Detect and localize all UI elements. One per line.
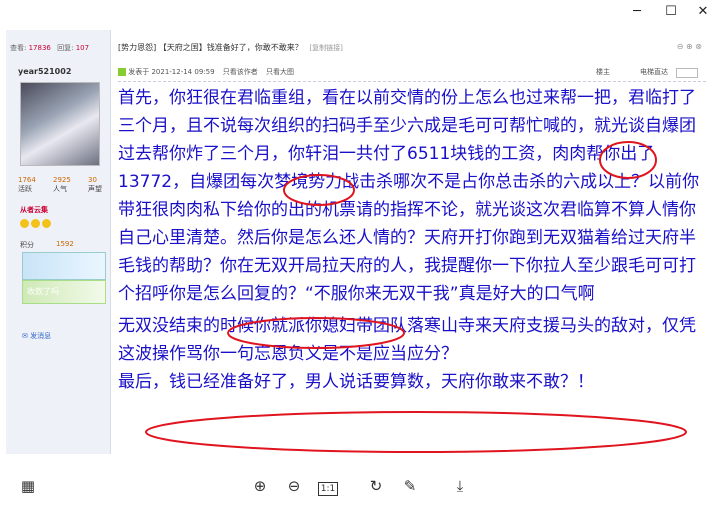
author-username[interactable]: year521002 [18,67,71,76]
author-sidebar: 查看: 17836 回复: 107 year521002 1764 活跃 2925… [6,30,111,454]
post-paragraph-3: 最后，钱已经准备好了，男人说话要算数，天府你敢来不敢？！ [118,372,594,392]
post-paragraph-1: 首先，你狂很在君临重组，看在以前交情的份上怎么也过来帮一把，君临打了三个月，且不… [118,88,700,304]
author-counts: 1764 活跃 2925 人气 30 声望 [18,176,102,194]
signature-banner [22,252,106,280]
thread-tool-icons[interactable]: ⊖ ⊕ ⊗ [677,42,702,51]
send-message-link[interactable]: ✉ 发消息 [22,331,51,341]
envelope-icon: ✉ [22,332,28,340]
stat-popularity: 2925 人气 [53,176,71,193]
big-image-link[interactable]: 只看大图 [266,68,294,76]
post-title: [势力恩怨] 【天府之国】钱准备好了，你敢不敢来？ [118,43,303,52]
post-title-bar: [势力恩怨] 【天府之国】钱准备好了，你敢不敢来？ [复制链接] ⊖ ⊕ ⊗ [118,42,706,53]
replies-count: 107 [75,44,90,52]
post-meta: 发表于 2021-12-14 09:59 只看该作者 只看大图 楼主 电梯直达 [118,67,706,82]
viewer-toolbar: ▦ ⊕ ⊖ 1:1 ↻ ✎ ⤓ [0,458,720,518]
post-date: 发表于 2021-12-14 09:59 [128,68,215,76]
annotation-circle-final-line [145,411,687,453]
medal-icon [42,219,51,228]
minimize-button[interactable]: ─ [622,2,652,22]
thread-stats: 查看: 17836 回复: 107 [10,43,89,53]
user-group: 从者云集 [20,206,48,214]
floor-jump-input[interactable] [676,68,698,78]
title-bar: ─ ☐ ✕ [0,0,720,26]
rotate-icon[interactable]: ↻ [362,473,390,499]
post-content: 首先，你狂很在君临重组，看在以前交情的份上怎么也过来帮一把，君临打了三个月，且不… [118,84,712,396]
avatar[interactable] [20,82,100,166]
signature-banner-2: 收款了吗 [22,280,106,304]
screenshot-image: 查看: 17836 回复: 107 year521002 1764 活跃 2925… [6,30,714,454]
author-only-link[interactable]: 只看该作者 [223,68,258,76]
views-count: 17836 [28,44,51,52]
save-icon[interactable]: ⤓ [446,473,474,499]
stat-reputation: 30 声望 [88,176,102,193]
replies-label: 回复: [57,44,74,52]
actual-size-button[interactable]: 1:1 [314,473,342,499]
zoom-in-icon[interactable]: ⊕ [246,473,274,499]
post-paragraph-2: 无双没结束的时候你就派你媳妇带团队落寒山寺来天府支援马头的敌对，仅凭这波操作骂你… [118,316,696,364]
close-button[interactable]: ✕ [688,2,718,22]
maximize-button[interactable]: ☐ [656,2,686,22]
floor-label: 楼主 [596,68,610,76]
points-value: 1592 [56,240,74,248]
medal-icon [20,219,29,228]
image-viewer-window: ─ ☐ ✕ 查看: 17836 回复: 107 year521002 1764 活… [0,0,720,518]
thumbnail-grid-icon[interactable]: ▦ [14,473,42,499]
zoom-out-icon[interactable]: ⊖ [280,473,308,499]
edit-icon[interactable]: ✎ [396,473,424,499]
points-label: 积分 [20,241,34,249]
copy-link[interactable]: [复制链接] [309,44,342,52]
stat-active: 1764 活跃 [18,176,36,193]
medal-icon [31,219,40,228]
elevator-label: 电梯直达 [640,68,668,76]
views-label: 查看: [10,44,27,52]
online-icon [118,68,126,76]
